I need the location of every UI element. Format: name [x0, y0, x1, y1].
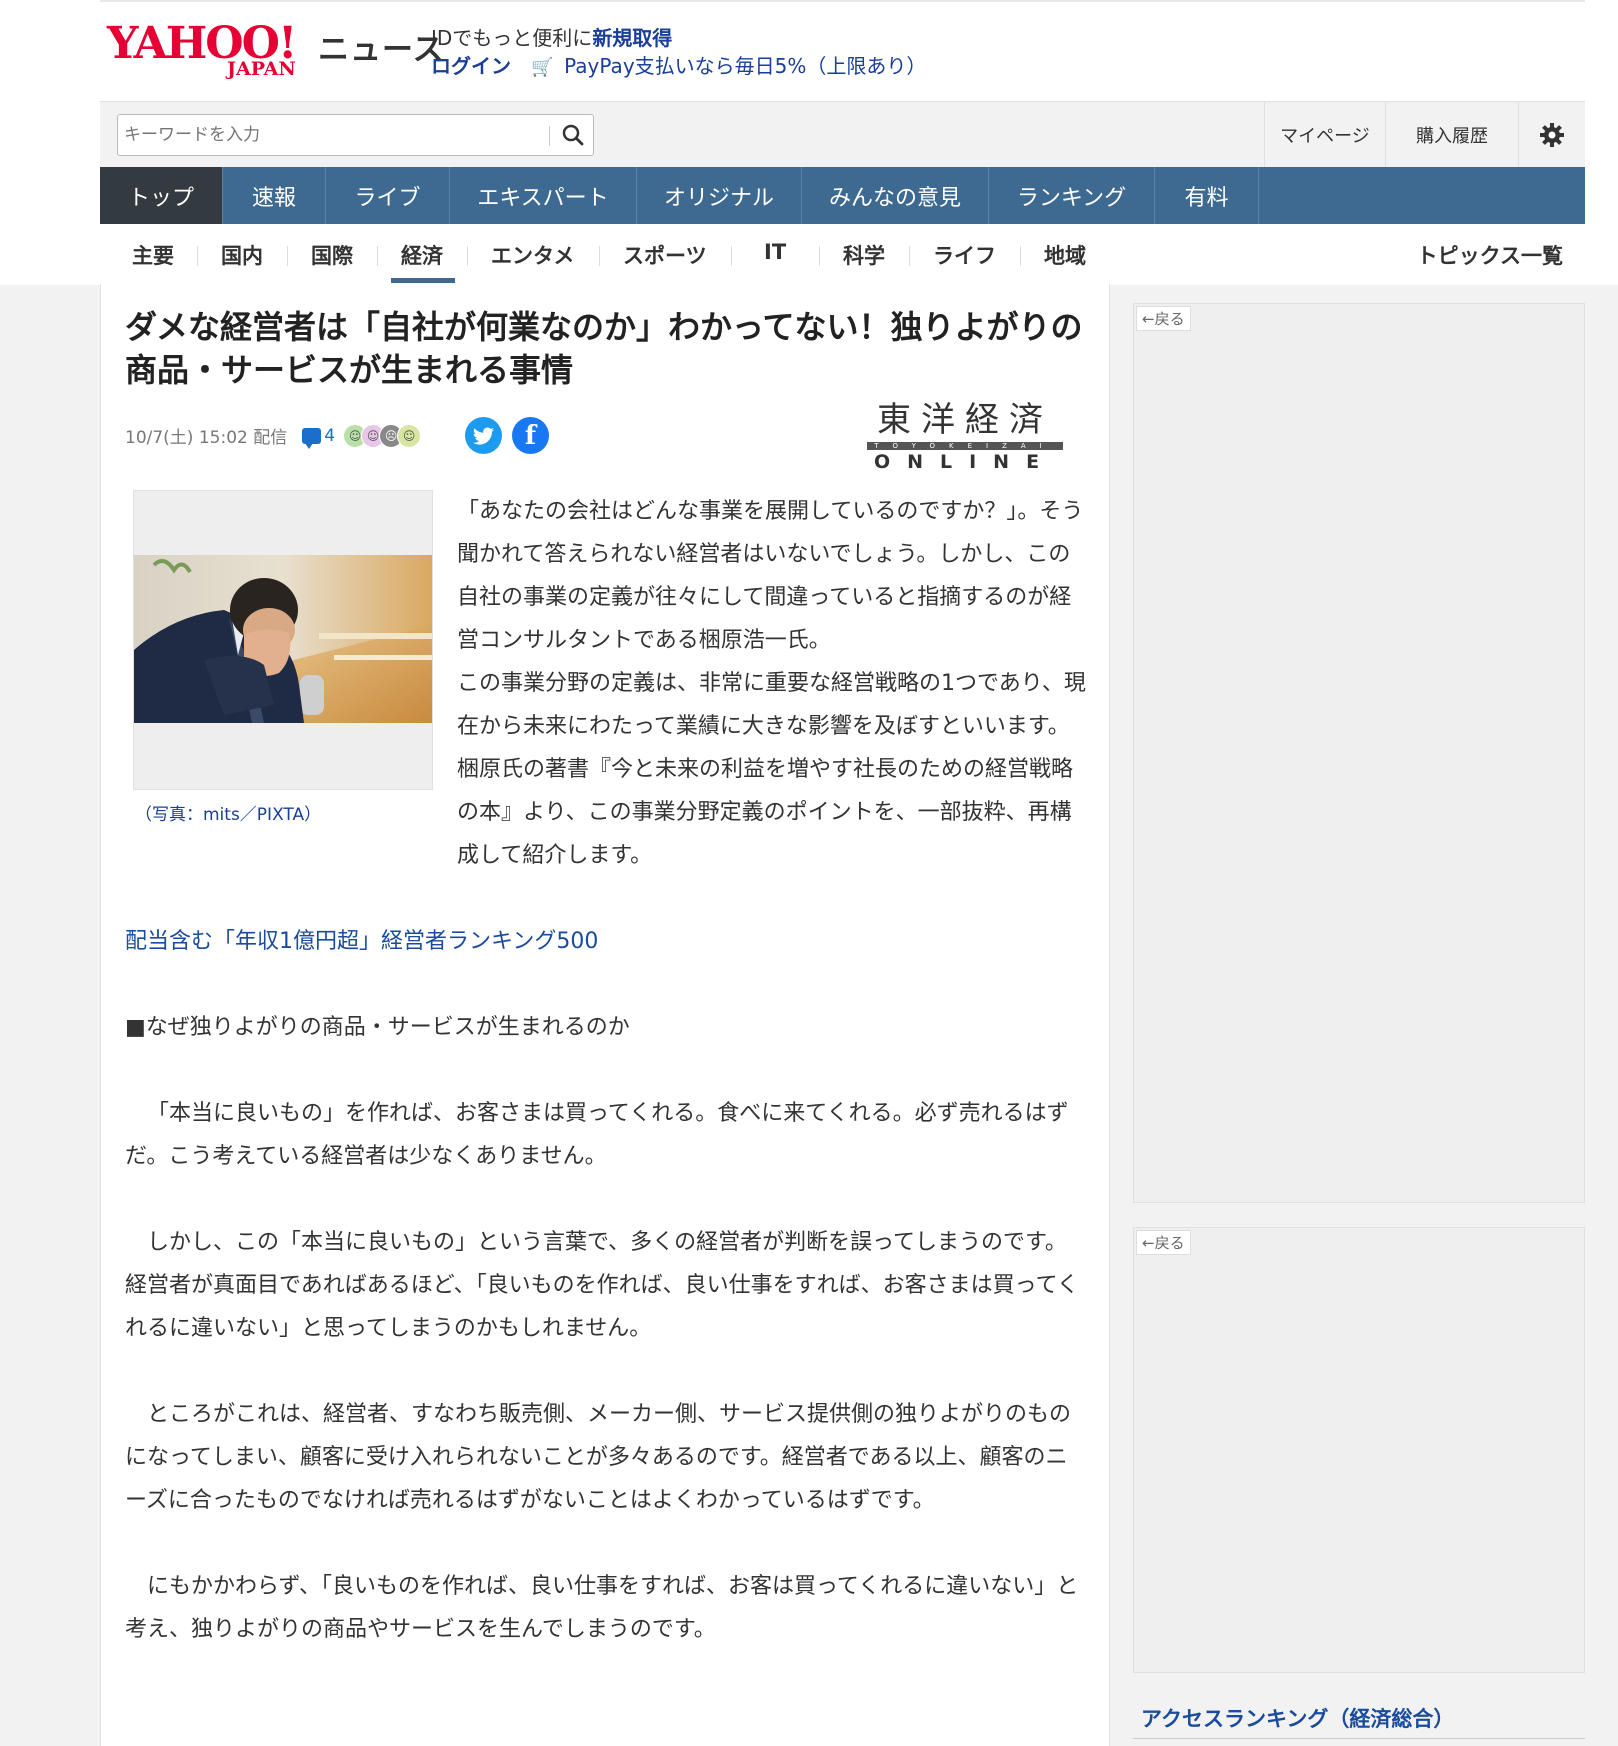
purchase-history-link[interactable]: 購入履歴 [1385, 102, 1518, 168]
section-heading: ■なぜ独りよがりの商品・サービスが生まれるのか [125, 1015, 630, 1040]
divider [549, 126, 550, 146]
id-promo-text: IDでもっと便利に [431, 26, 593, 50]
topics-list-link[interactable]: トピックス一覧 [1417, 240, 1563, 270]
divider [287, 246, 288, 266]
signup-link[interactable]: 新規取得 [592, 26, 672, 50]
nav-top[interactable]: トップ [100, 167, 223, 224]
ad-slot[interactable]: ←戻る [1133, 303, 1585, 1203]
publisher-online: ONLINE [873, 451, 1057, 473]
paypay-promo-link[interactable]: PayPay支払いなら毎日5%（上限あり） [564, 54, 926, 78]
subnav-entertainment[interactable]: エンタメ [491, 240, 574, 270]
divider [197, 246, 198, 266]
nav-paid[interactable]: 有料 [1155, 167, 1259, 224]
subnav-life[interactable]: ライフ [933, 240, 996, 270]
nav-opinions[interactable]: みんなの意見 [802, 167, 989, 224]
divider [819, 246, 820, 266]
smile-face-icon: ☺ [397, 423, 422, 448]
divider [467, 246, 468, 266]
subnav-economy[interactable]: 経済 [401, 240, 443, 270]
publisher-roman: TOYOKEIZAI [867, 442, 1063, 450]
nav-expert[interactable]: エキスパート [450, 167, 637, 224]
body-paragraph: ところがこれは、経営者、すなわち販売側、メーカー側、サービス提供側の独りよがりの… [125, 1402, 1072, 1513]
subnav-local[interactable]: 地域 [1044, 240, 1086, 270]
publisher-name: 東洋経済 [877, 400, 1053, 440]
account-links: マイページ 購入履歴 [1264, 102, 1585, 168]
comment-icon[interactable] [302, 427, 322, 449]
gear-icon [1540, 123, 1564, 147]
facebook-icon: f [524, 420, 537, 451]
divider [599, 246, 600, 266]
divider [1133, 1738, 1585, 1739]
twitter-icon [472, 427, 494, 445]
comment-count[interactable]: 4 [324, 426, 335, 446]
nav-original[interactable]: オリジナル [637, 167, 802, 224]
sub-nav: 主要 国内 国際 経済 エンタメ スポーツ IT 科学 ライフ 地域 トピックス… [100, 224, 1585, 284]
cart-icon: 🛒 [531, 57, 554, 78]
nav-live[interactable]: ライブ [326, 167, 450, 224]
yahoo-japan-logo[interactable]: YAHOO! JAPAN [107, 18, 313, 80]
login-link[interactable]: ログイン [431, 54, 511, 78]
article: ダメな経営者は「自社が何業なのか」わかってない！独りよがりの商品・サービスが生ま… [100, 284, 1110, 1746]
search-box [117, 114, 594, 156]
ad-slot[interactable]: ←戻る [1133, 1227, 1585, 1673]
subnav-domestic[interactable]: 国内 [221, 240, 263, 270]
ad-back-button[interactable]: ←戻る [1136, 1230, 1191, 1255]
login-row: ログイン 🛒 PayPay支払いなら毎日5%（上限あり） [431, 50, 926, 79]
subnav-world[interactable]: 国際 [311, 240, 353, 270]
photo-spacer [125, 490, 457, 840]
related-article-link[interactable]: 配当含む「年収1億円超」経営者ランキング500 [125, 929, 598, 954]
logo-sub: JAPAN [227, 58, 296, 80]
subnav-it[interactable]: IT [764, 240, 786, 264]
divider [909, 246, 910, 266]
subnav-main[interactable]: 主要 [132, 240, 174, 270]
access-ranking-title[interactable]: アクセスランキング（経済総合） [1141, 1703, 1454, 1733]
search-bar: マイページ 購入履歴 [100, 101, 1585, 168]
body-paragraph: しかし、この「本当に良いもの」という言葉で、多くの経営者が判断を誤ってしまうので… [125, 1230, 1079, 1341]
nav-ranking[interactable]: ランキング [989, 167, 1155, 224]
publisher-logo[interactable]: 東洋経済 TOYOKEIZAI ONLINE [867, 400, 1063, 472]
article-meta: 10/7(土) 15:02 配信 4 ☺ ☺ ☹ ☺ [125, 423, 422, 449]
divider [1020, 246, 1021, 266]
twitter-share-button[interactable] [465, 417, 502, 454]
ad-back-button[interactable]: ←戻る [1136, 306, 1191, 331]
reaction-faces[interactable]: ☺ ☺ ☹ ☺ [343, 423, 422, 448]
facebook-share-button[interactable]: f [512, 417, 549, 454]
my-page-link[interactable]: マイページ [1264, 102, 1385, 168]
article-title: ダメな経営者は「自社が何業なのか」わかってない！独りよがりの商品・サービスが生ま… [125, 308, 1083, 389]
subnav-science[interactable]: 科学 [843, 240, 885, 270]
body-paragraph: 「本当に良いもの」を作れば、お客さまは買ってくれる。食べに来てくれる。必ず売れる… [125, 1101, 1069, 1169]
search-icon [562, 124, 584, 146]
search-button[interactable] [556, 120, 590, 150]
divider [100, 0, 1585, 2]
body-paragraph: にもかかわらず、「良いものを作れば、良い仕事をすれば、お客は買ってくれるに違いな… [125, 1574, 1079, 1642]
subnav-sports[interactable]: スポーツ [623, 240, 707, 270]
id-promo: IDでもっと便利に新規取得 [431, 22, 672, 51]
publish-date: 10/7(土) 15:02 配信 [125, 428, 288, 448]
main-nav: トップ 速報 ライブ エキスパート オリジナル みんなの意見 ランキング 有料 [100, 167, 1585, 224]
settings-button[interactable] [1518, 102, 1585, 168]
active-tab-indicator [391, 278, 455, 283]
nav-breaking[interactable]: 速報 [223, 167, 326, 224]
divider [377, 246, 378, 266]
search-input[interactable] [124, 123, 544, 147]
section-name[interactable]: ニュース [318, 24, 444, 69]
article-body: 「あなたの会社はどんな事業を展開しているのですか？」。そう聞かれて答えられない経… [125, 490, 1087, 1651]
divider [731, 246, 732, 266]
